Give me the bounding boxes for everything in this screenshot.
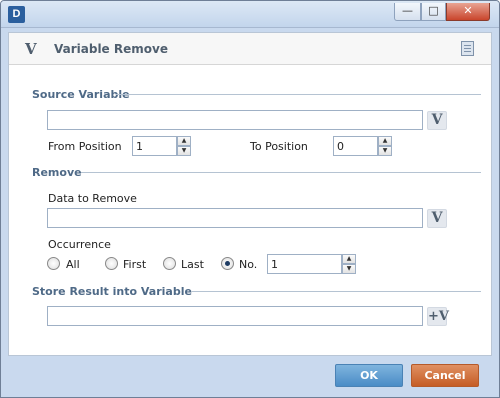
spin-down-icon[interactable]: ▼ bbox=[177, 146, 191, 156]
dialog-header: V Variable Remove bbox=[9, 33, 491, 65]
occurrence-first-label[interactable]: First bbox=[123, 258, 146, 271]
to-position-stepper[interactable]: ▲ ▼ bbox=[333, 136, 393, 156]
to-position-label: To Position bbox=[250, 140, 308, 153]
occurrence-number-radio[interactable] bbox=[221, 257, 234, 270]
spin-down-icon[interactable]: ▼ bbox=[378, 146, 392, 156]
notes-icon[interactable] bbox=[461, 41, 474, 56]
ok-button[interactable]: OK bbox=[335, 364, 403, 387]
occurrence-number-label[interactable]: No. bbox=[239, 258, 257, 271]
occurrence-number-input[interactable] bbox=[267, 254, 342, 274]
spin-up-icon[interactable]: ▲ bbox=[378, 136, 392, 146]
dialog-window: D — □ ✕ V Variable Remove Source Variabl… bbox=[0, 0, 500, 398]
cancel-button[interactable]: Cancel bbox=[411, 364, 479, 387]
maximize-button[interactable]: □ bbox=[421, 3, 446, 21]
data-to-remove-label: Data to Remove bbox=[48, 192, 137, 205]
title-bar[interactable]: D — □ ✕ bbox=[1, 1, 499, 28]
section-divider bbox=[192, 291, 481, 292]
section-title-store-result: Store Result into Variable bbox=[32, 285, 192, 298]
from-position-label: From Position bbox=[48, 140, 122, 153]
spin-up-icon[interactable]: ▲ bbox=[342, 254, 356, 264]
dialog-footer: OK Cancel bbox=[1, 357, 499, 397]
section-divider bbox=[81, 172, 481, 173]
page-title: Variable Remove bbox=[54, 42, 168, 56]
data-to-remove-picker-button[interactable]: V bbox=[427, 209, 447, 228]
occurrence-last-radio[interactable] bbox=[163, 257, 176, 270]
occurrence-all-label[interactable]: All bbox=[66, 258, 80, 271]
data-to-remove-input[interactable] bbox=[47, 208, 423, 228]
occurrence-first-radio[interactable] bbox=[105, 257, 118, 270]
source-variable-picker-button[interactable]: V bbox=[427, 111, 447, 130]
source-variable-input[interactable] bbox=[47, 110, 423, 130]
dialog-content: V Variable Remove Source Variable V From… bbox=[8, 32, 492, 356]
spin-down-icon[interactable]: ▼ bbox=[342, 264, 356, 274]
minimize-button[interactable]: — bbox=[394, 3, 421, 21]
occurrence-number-stepper[interactable]: ▲ ▼ bbox=[267, 254, 357, 274]
section-title-remove: Remove bbox=[32, 166, 82, 179]
new-variable-button[interactable]: +V bbox=[427, 307, 449, 326]
occurrence-last-label[interactable]: Last bbox=[181, 258, 204, 271]
app-logo-icon: D bbox=[8, 6, 25, 23]
to-position-input[interactable] bbox=[333, 136, 378, 156]
store-result-input[interactable] bbox=[47, 306, 423, 326]
variable-icon: V bbox=[25, 40, 37, 58]
section-divider bbox=[116, 94, 481, 95]
occurrence-all-radio[interactable] bbox=[47, 257, 60, 270]
close-button[interactable]: ✕ bbox=[446, 3, 490, 21]
from-position-input[interactable] bbox=[132, 136, 177, 156]
section-title-source-variable: Source Variable bbox=[32, 88, 130, 101]
spin-up-icon[interactable]: ▲ bbox=[177, 136, 191, 146]
from-position-stepper[interactable]: ▲ ▼ bbox=[132, 136, 192, 156]
occurrence-label: Occurrence bbox=[48, 238, 111, 251]
